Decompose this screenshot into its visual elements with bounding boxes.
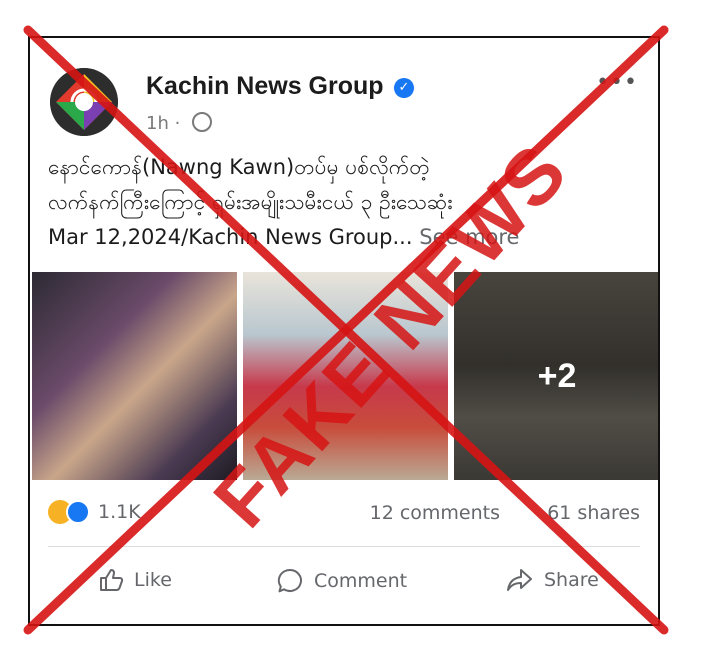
post-time: 1h · xyxy=(146,112,213,134)
post-actions: Like Comment Share xyxy=(30,563,658,603)
reactions-summary[interactable]: 1.1K xyxy=(48,500,141,524)
shares-count[interactable]: 61 shares xyxy=(547,502,640,524)
caption-line: Mar 12,2024/Kachin News Group... See mor… xyxy=(48,220,646,255)
verified-badge-icon: ✓ xyxy=(394,78,414,98)
like-button[interactable]: Like xyxy=(98,567,172,593)
page-name[interactable]: Kachin News Group xyxy=(146,72,384,101)
share-arrow-icon xyxy=(507,569,532,591)
kachin-news-logo-icon xyxy=(50,68,118,136)
separator-dot: · xyxy=(174,113,187,134)
thumbs-up-icon xyxy=(100,569,124,591)
divider xyxy=(48,546,640,547)
share-label: Share xyxy=(544,569,599,591)
caption-line: လက်နက်ကြီးကြောင့် ရှမ်းအမျိုးသမီးငယ် ၃ ဦ… xyxy=(48,190,453,214)
caption-line-text: Mar 12,2024/Kachin News Group... xyxy=(48,225,413,249)
comments-count[interactable]: 12 comments xyxy=(370,502,500,524)
like-label: Like xyxy=(134,569,172,591)
more-photos-count[interactable]: +2 xyxy=(454,272,658,480)
post-time-label: 1h xyxy=(146,113,169,134)
reaction-count: 1.1K xyxy=(98,501,141,523)
post-photo[interactable] xyxy=(243,272,448,480)
facebook-post-card: Kachin News Group ✓ 1h · ••• နောင်ကောန်(… xyxy=(28,36,660,626)
comment-button[interactable]: Comment xyxy=(276,567,407,595)
comment-label: Comment xyxy=(314,570,408,592)
globe-icon xyxy=(192,112,213,132)
photo-grid: +2 xyxy=(32,272,658,480)
avatar[interactable] xyxy=(50,68,118,136)
post-header: Kachin News Group ✓ 1h · ••• xyxy=(50,68,638,138)
like-reaction-icon xyxy=(66,500,90,524)
comment-bubble-icon xyxy=(277,568,302,593)
see-more-link[interactable]: See more xyxy=(419,225,519,249)
post-photo[interactable]: +2 xyxy=(454,272,658,480)
more-options-button[interactable]: ••• xyxy=(596,70,638,95)
engagement-stats: 1.1K 12 comments 61 shares xyxy=(48,500,640,530)
share-button[interactable]: Share xyxy=(506,567,599,593)
post-caption: နောင်ကောန်(Nawng Kawn)တပ်မှ ပစ်လိုက်တဲ့ … xyxy=(48,150,646,255)
post-photo[interactable] xyxy=(32,272,237,480)
caption-line: နောင်ကောန်(Nawng Kawn)တပ်မှ ပစ်လိုက်တဲ့ xyxy=(48,155,430,179)
